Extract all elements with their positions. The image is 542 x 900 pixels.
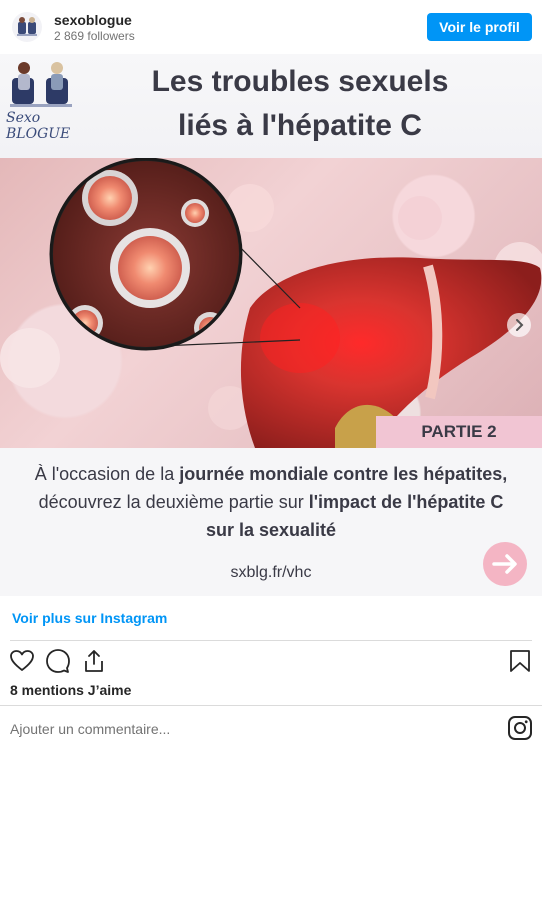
next-slide-button[interactable] bbox=[507, 313, 531, 337]
short-url: sxblg.fr/vhc bbox=[230, 564, 312, 581]
divider bbox=[10, 640, 532, 641]
title-line-1: Les troubles sexuels bbox=[151, 65, 449, 98]
title-band: Sexo BLOGUE Les troubles sexuels liés à … bbox=[0, 54, 542, 158]
description-band: À l'occasion de la journée mondiale cont… bbox=[0, 448, 542, 596]
comment-bubble-icon[interactable] bbox=[45, 648, 71, 674]
desc-bold-2: l'impact de l'hépatite C bbox=[308, 492, 504, 512]
part-badge: PARTIE 2 bbox=[376, 416, 542, 448]
instagram-icon[interactable] bbox=[507, 715, 533, 741]
desc-text-1: À l'occasion de la bbox=[34, 464, 180, 484]
liver-illustration bbox=[0, 158, 542, 448]
view-more-instagram-link[interactable]: Voir plus sur Instagram bbox=[12, 610, 167, 626]
arrow-right-icon bbox=[483, 542, 527, 586]
post-header: sexoblogue 2 869 followers Voir le profi… bbox=[0, 0, 542, 54]
like-count[interactable]: 8 mentions J’aime bbox=[10, 682, 131, 698]
heart-icon[interactable] bbox=[9, 648, 35, 674]
username[interactable]: sexoblogue bbox=[54, 12, 132, 28]
title-line-2: liés à l'hépatite C bbox=[178, 109, 422, 142]
divider bbox=[0, 705, 542, 706]
share-icon[interactable] bbox=[81, 648, 107, 674]
part-label: PARTIE 2 bbox=[421, 422, 497, 441]
logo-text: Sexo BLOGUE bbox=[6, 110, 71, 142]
comment-input[interactable] bbox=[10, 719, 490, 739]
post-image[interactable]: Sexo BLOGUE Les troubles sexuels liés à … bbox=[0, 54, 542, 596]
avatar[interactable] bbox=[12, 12, 42, 42]
desc-bold-1: journée mondiale contre les hépatites, bbox=[179, 464, 508, 484]
post-title: Les troubles sexuels liés à l'hépatite C bbox=[100, 60, 500, 148]
follower-count: 2 869 followers bbox=[54, 29, 135, 43]
blog-logo: Sexo BLOGUE bbox=[2, 56, 84, 142]
chevron-right-icon bbox=[516, 319, 524, 331]
bookmark-icon[interactable] bbox=[507, 648, 533, 674]
desc-bold-3: sur la sexualité bbox=[205, 520, 337, 540]
view-profile-button[interactable]: Voir le profil bbox=[427, 13, 532, 41]
desc-text-2: découvrez la deuxième partie sur bbox=[38, 492, 309, 512]
post-description: À l'occasion de la journée mondiale cont… bbox=[10, 460, 532, 544]
